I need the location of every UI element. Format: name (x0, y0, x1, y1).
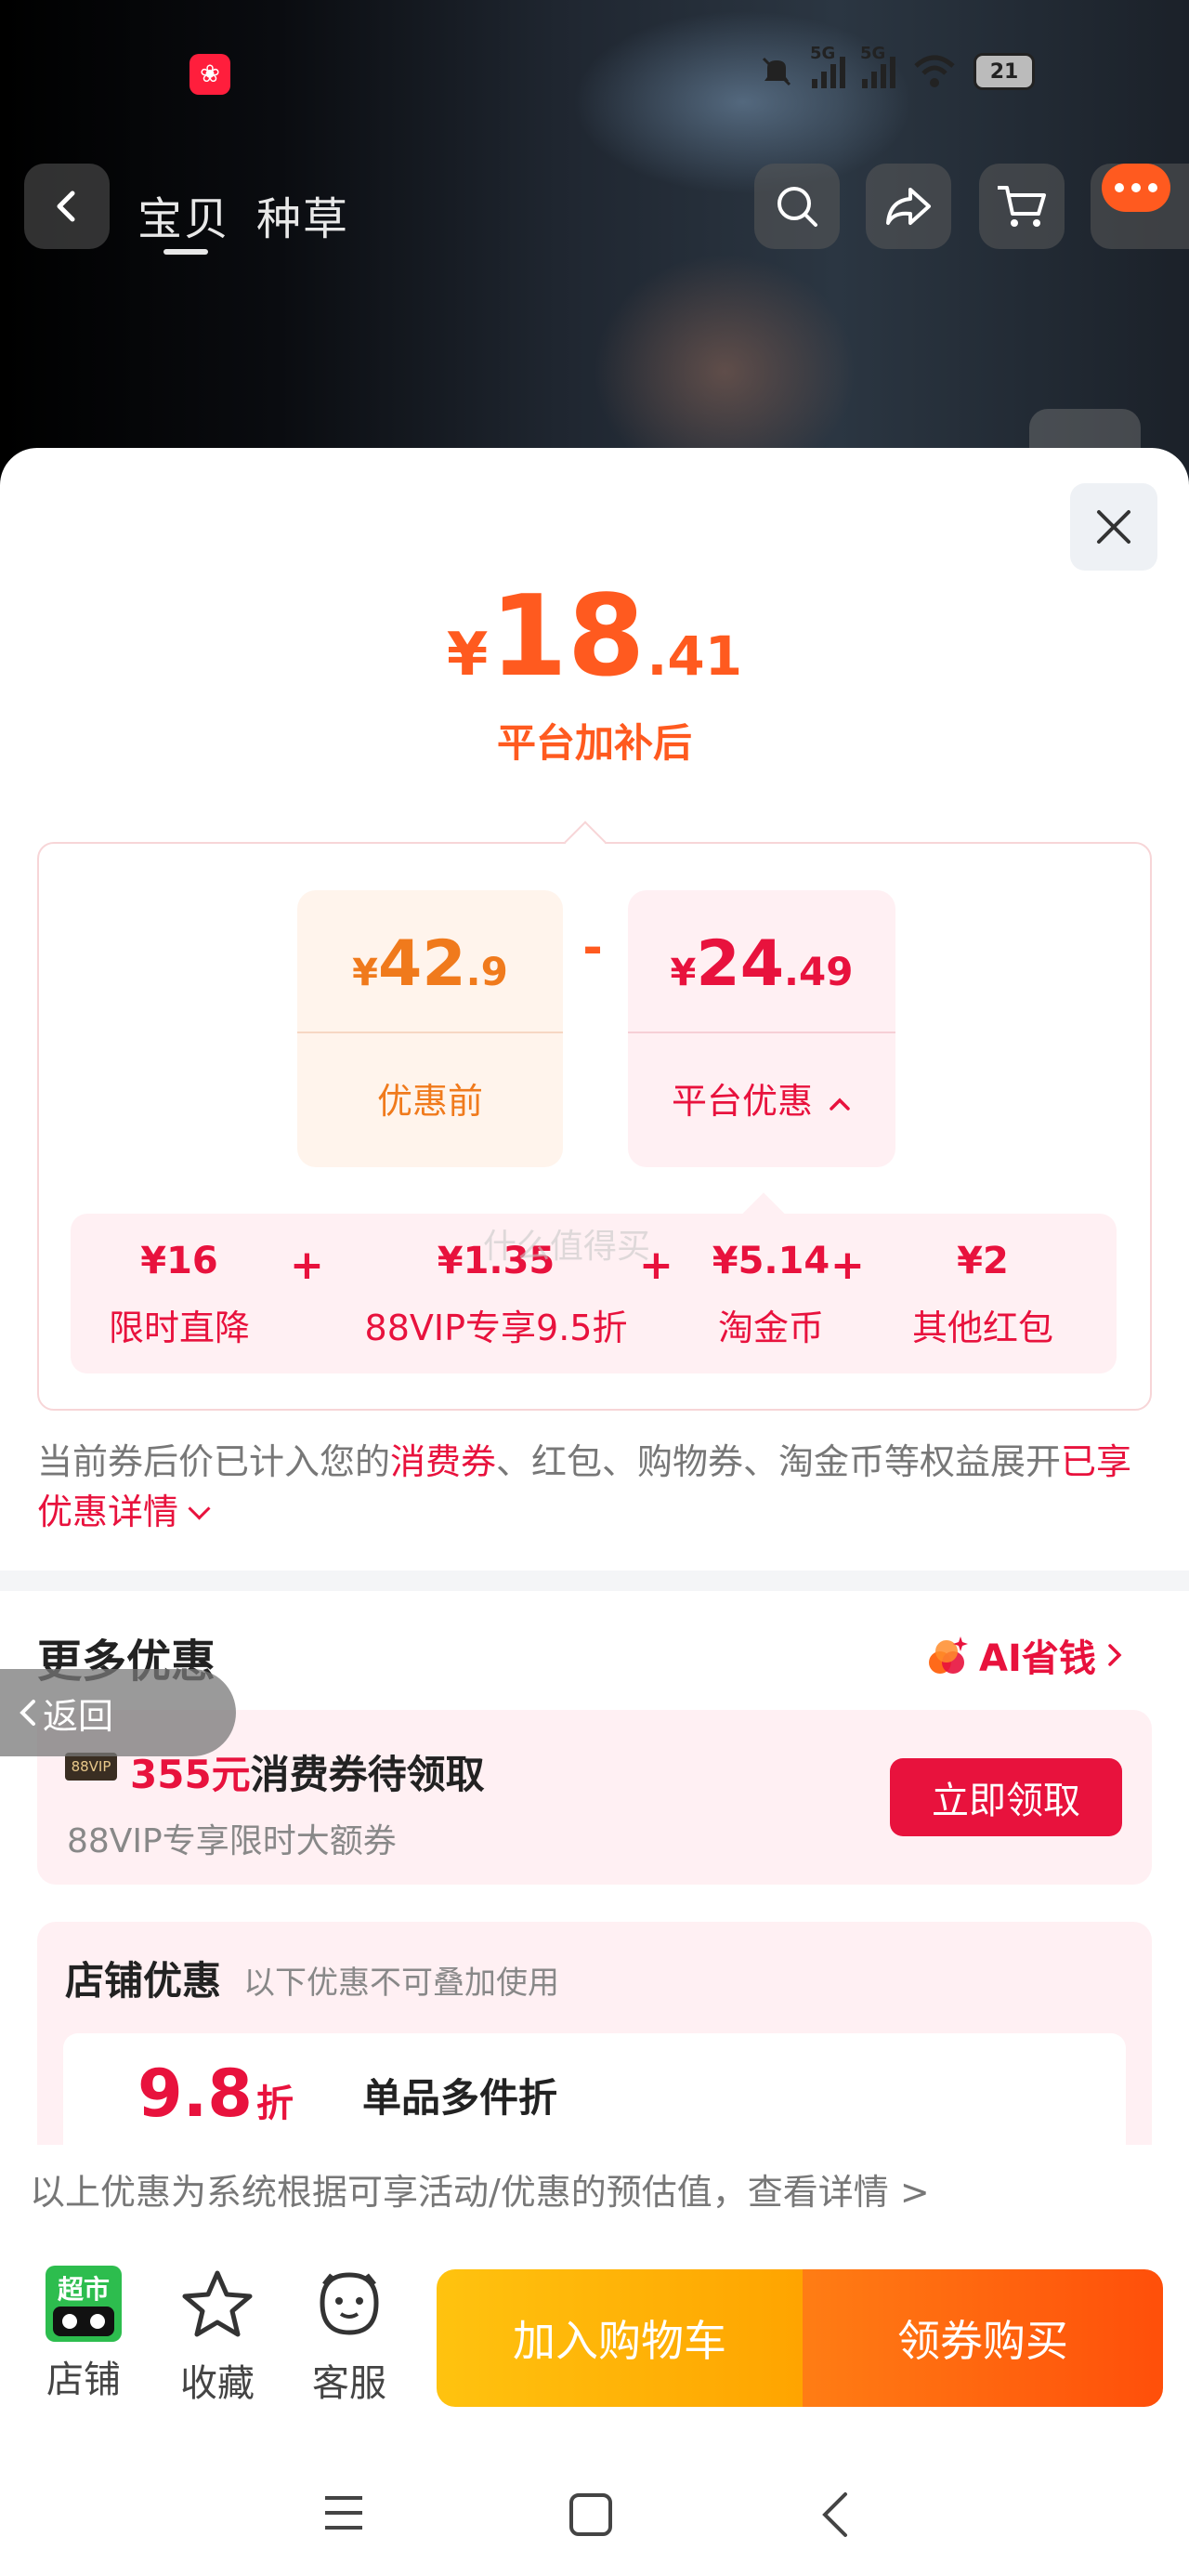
shop-button[interactable]: 超市 店铺 (28, 2266, 139, 2403)
platform-integer: 24 (696, 927, 785, 1001)
shop-discount-title: 店铺优惠 (65, 1958, 222, 2004)
service-label: 客服 (312, 2362, 386, 2405)
shop-label: 店铺 (46, 2359, 121, 2401)
signal-icon-1: 5G (810, 44, 845, 88)
battery-indicator: 21 (973, 53, 1035, 90)
floating-back-button[interactable]: 返回 (0, 1669, 236, 1756)
consumer-coupon-link[interactable]: 消费券 (390, 1441, 496, 1482)
shop-badge-text: 超市 (57, 2274, 110, 2305)
menu-icon[interactable] (321, 2492, 366, 2533)
platform-currency: ¥ (670, 952, 697, 994)
add-to-cart-button[interactable]: 加入购物车 (437, 2269, 803, 2407)
vip-coupon-title-text: 消费券待领取 (250, 1752, 485, 1797)
price-decimal: .41 (647, 624, 743, 688)
top-navigation: 宝贝 种草 (0, 164, 1189, 256)
customer-service-icon (320, 2272, 379, 2335)
coupon-note: 当前券后价已计入您的消费券、红包、购物券、淘金币等权益展开已享优惠详情 (37, 1437, 1152, 1537)
breakdown-amount: ¥16 (140, 1240, 218, 1282)
network-type-2: 5G (860, 44, 886, 63)
signal-icon-2: 5G (860, 44, 895, 88)
cart-button[interactable] (979, 164, 1065, 249)
buy-now-button[interactable]: 领券购买 (803, 2269, 1163, 2407)
vip-coupon-amount: 355元 (130, 1752, 251, 1797)
original-currency: ¥ (352, 952, 378, 994)
breakdown-label: 88VIP专享9.5折 (364, 1308, 628, 1348)
bottom-action-bar: 超市 店铺 收藏 客服 加入购物车 领券购买 (0, 2232, 1189, 2446)
star-icon (182, 2270, 253, 2337)
close-button[interactable] (1070, 483, 1157, 571)
platform-discount-label: 平台优惠 (671, 1081, 813, 1122)
network-type-1: 5G (810, 44, 836, 63)
shop-discount-card: 店铺优惠 以下优惠不可叠加使用 9.8 折 单品多件折 (37, 1922, 1152, 2145)
watermark: 什么值得买 (483, 1228, 651, 1266)
ai-sparkle-icon (929, 1636, 968, 1674)
vip-coupon-subtitle: 88VIP专享限时大额券 (67, 1822, 397, 1860)
chevron-down-icon[interactable] (188, 1497, 211, 1520)
ai-save-label: AI省钱 (979, 1637, 1096, 1680)
platform-decimal: .49 (784, 949, 854, 994)
system-navigation-bar (0, 2446, 1189, 2576)
note-text: 、红包、购物券、淘金币等权益展开 (496, 1441, 1062, 1482)
back-icon (57, 191, 75, 222)
original-decimal: .9 (465, 949, 508, 994)
claim-coupon-button[interactable]: 立即领取 (890, 1758, 1122, 1836)
discount-name: 单品多件折 (362, 2075, 558, 2121)
shop-icon: 超市 (46, 2266, 122, 2342)
breakdown-label: 限时直降 (108, 1308, 250, 1348)
original-price-label: 优惠前 (376, 1081, 483, 1122)
back-button[interactable] (24, 164, 110, 249)
search-icon (777, 187, 817, 227)
price-integer: 18 (490, 572, 646, 702)
cart-icon (998, 186, 1046, 227)
final-price: ¥ 18 .41 (0, 572, 1189, 703)
price-currency: ¥ (446, 621, 489, 690)
status-bar: ❀ 5G 5G 21 (0, 0, 1189, 149)
favorite-label: 收藏 (180, 2362, 255, 2405)
home-icon[interactable] (567, 2491, 615, 2539)
tab-grass[interactable]: 种草 (256, 182, 349, 247)
minus-operator: - (582, 920, 603, 976)
status-icons: 5G 5G 21 (758, 44, 1035, 95)
chevron-right-icon (1108, 1644, 1122, 1666)
plus-operator: + (830, 1242, 865, 1289)
original-price-card: ¥ 42 .9 优惠前 (297, 890, 563, 1167)
shop-discount-item[interactable]: 9.8 折 单品多件折 (63, 2033, 1126, 2145)
system-back-icon[interactable] (817, 2489, 855, 2541)
estimate-note-link[interactable]: 以上优惠为系统根据可享活动/优惠的预估值，查看详情 > (30, 2163, 930, 2215)
breakdown-item: ¥16 限时直降 (91, 1240, 268, 1350)
app-notification-icon: ❀ (189, 54, 230, 95)
plus-operator: + (290, 1242, 324, 1289)
share-button[interactable] (866, 164, 951, 249)
chevron-left-icon (20, 1700, 35, 1726)
final-price-label: 平台加补后 (496, 720, 692, 766)
breakdown-label: 其他红包 (911, 1308, 1053, 1348)
shop-discount-subtitle: 以下优惠不可叠加使用 (243, 1965, 559, 2002)
ai-save-button[interactable]: AI省钱 (925, 1628, 1124, 1682)
wifi-icon (914, 55, 955, 87)
mute-icon (762, 57, 791, 86)
tab-item[interactable]: 宝贝 (137, 182, 230, 247)
section-divider (0, 1571, 1189, 1591)
breakdown-amount: ¥2 (957, 1240, 1009, 1282)
share-icon (886, 188, 931, 225)
discount-value: 9.8 折 (137, 2056, 294, 2132)
active-tab-indicator (163, 249, 208, 255)
floating-back-label: 返回 (43, 1695, 114, 1737)
breakdown-label: 淘金币 (717, 1308, 824, 1348)
discount-unit: 折 (256, 2083, 294, 2125)
close-icon (1097, 510, 1130, 544)
breakdown-item: ¥2 其他红包 (881, 1240, 1085, 1350)
estimate-bar: 以上优惠为系统根据可享活动/优惠的预估值，查看详情 > (0, 2145, 1189, 2232)
original-integer: 42 (378, 927, 466, 1001)
platform-discount-card[interactable]: ¥ 24 .49 平台优惠 (628, 890, 895, 1167)
message-icon[interactable] (1102, 164, 1170, 212)
service-button[interactable]: 客服 (294, 2266, 405, 2407)
note-text: 当前券后价已计入您的 (37, 1441, 391, 1482)
vip-badge: 88VIP (65, 1753, 117, 1781)
favorite-button[interactable]: 收藏 (162, 2266, 273, 2407)
chevron-up-icon (830, 1097, 850, 1111)
search-button[interactable] (754, 164, 840, 249)
discount-number: 9.8 (137, 2056, 254, 2132)
